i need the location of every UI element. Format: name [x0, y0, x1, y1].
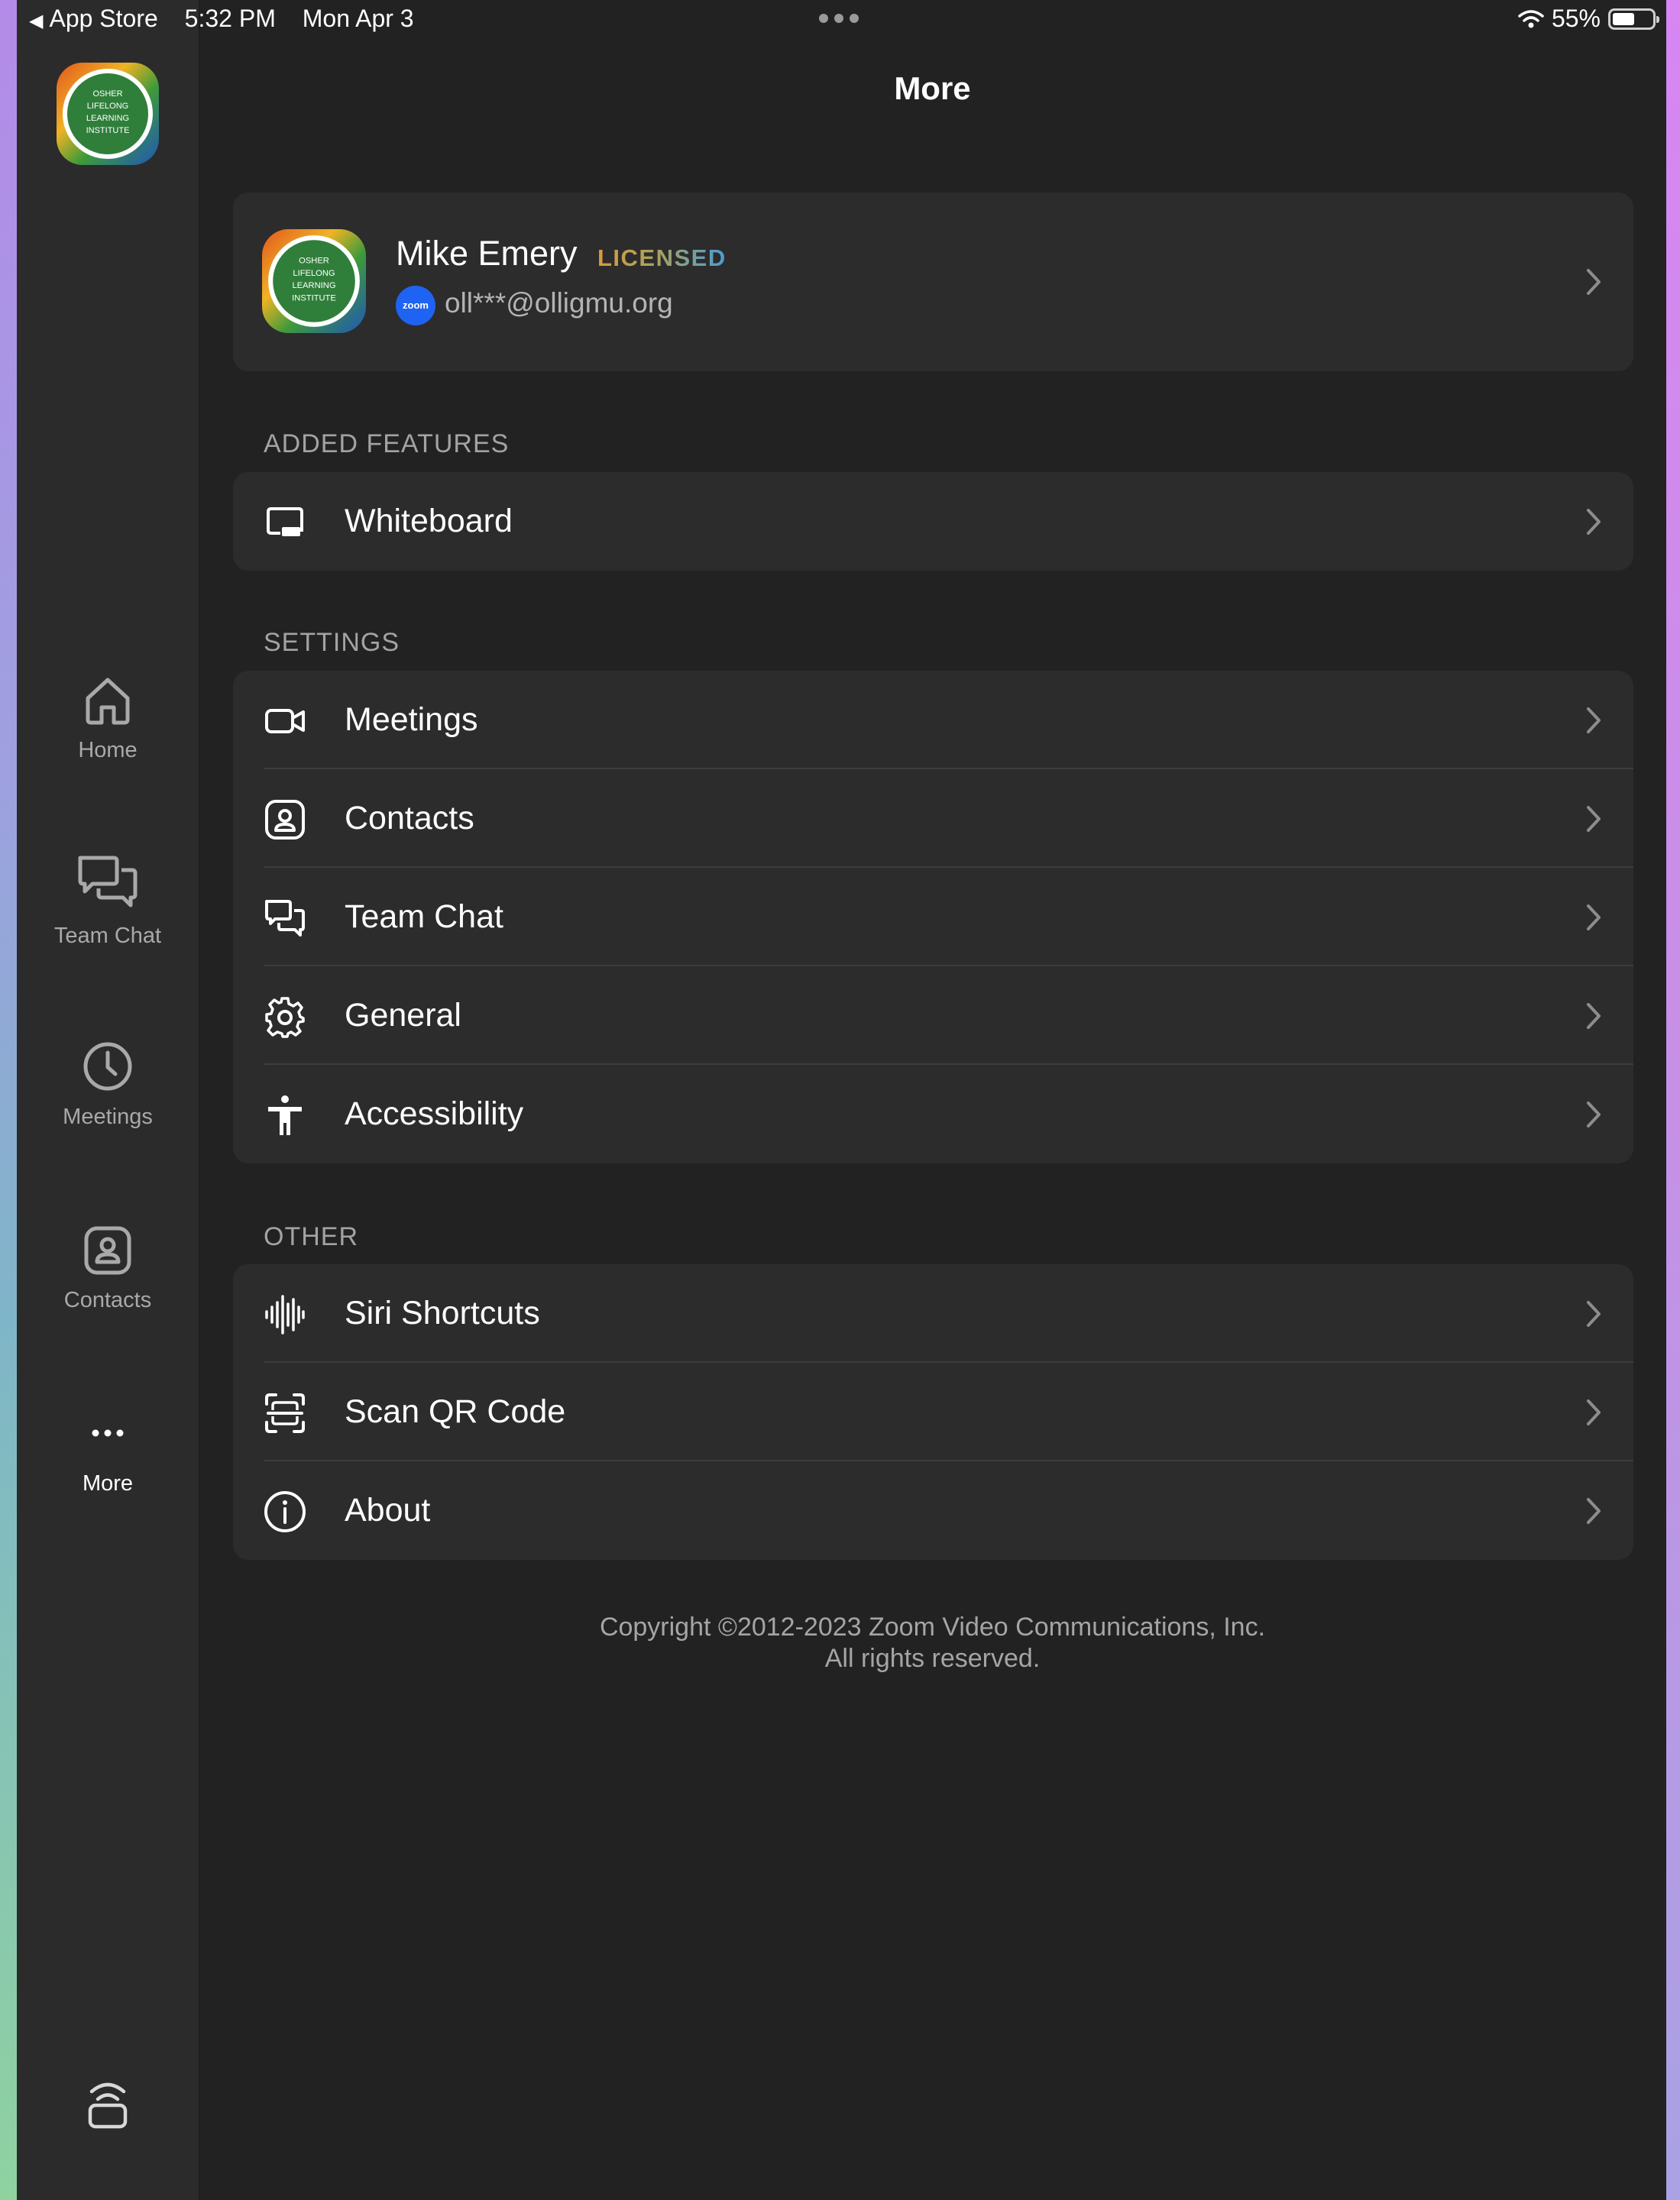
svg-text:LEARNING: LEARNING	[86, 114, 129, 123]
row-general[interactable]: General	[233, 966, 1633, 1065]
info-icon	[264, 1491, 306, 1532]
wifi-icon	[1518, 9, 1544, 28]
svg-text:OSHER: OSHER	[299, 257, 329, 266]
row-contacts[interactable]: Contacts	[233, 769, 1633, 868]
right-edge-gradient	[1666, 0, 1680, 2200]
chevron-right-icon	[1587, 509, 1601, 535]
zoom-logo-icon: zoom	[396, 286, 435, 325]
battery-icon	[1608, 8, 1659, 30]
qr-scan-icon	[265, 1393, 305, 1433]
gear-icon	[265, 997, 305, 1038]
other-card: Siri Shortcuts Scan QR Code About	[233, 1264, 1633, 1560]
nav-meetings[interactable]: Meetings	[17, 1039, 199, 1130]
licensed-badge: LICENSED	[597, 244, 727, 271]
section-header-settings: SETTINGS	[264, 628, 400, 657]
back-to-app-store[interactable]: App Store	[49, 5, 157, 32]
back-arrow-icon[interactable]: ◀	[29, 11, 43, 31]
settings-card: Meetings Contacts Team Chat General Acce…	[233, 671, 1633, 1163]
copyright-notice: Copyright ©2012-2023 Zoom Video Communic…	[199, 1612, 1666, 1674]
chevron-right-icon	[1587, 1399, 1601, 1425]
svg-text:INSTITUTE: INSTITUTE	[292, 293, 336, 302]
copyright-line-2: All rights reserved.	[824, 1644, 1041, 1673]
svg-text:LEARNING: LEARNING	[292, 281, 335, 290]
nav-more-label: More	[82, 1471, 134, 1496]
section-header-other: OTHER	[264, 1222, 358, 1251]
sidebar: OSHER LIFELONG LEARNING INSTITUTE Home T…	[17, 0, 200, 2200]
row-label: About	[345, 1492, 431, 1529]
battery-fill	[1613, 12, 1634, 25]
nav-home-label: Home	[78, 738, 138, 762]
row-label: Meetings	[345, 701, 478, 738]
row-label: General	[345, 997, 461, 1034]
nav-more[interactable]: More	[17, 1406, 199, 1496]
svg-text:OSHER: OSHER	[92, 89, 122, 99]
row-label: Contacts	[345, 800, 474, 836]
home-icon	[86, 678, 130, 725]
more-dots-icon	[92, 1429, 124, 1437]
row-label: Scan QR Code	[345, 1393, 566, 1430]
svg-text:INSTITUTE: INSTITUTE	[86, 126, 130, 135]
status-time: 5:32 PM	[184, 5, 276, 32]
nav-home[interactable]: Home	[17, 672, 199, 763]
profile-email: oll***@olligmu.org	[445, 287, 673, 319]
chevron-right-icon	[1587, 1498, 1601, 1524]
chat-bubbles-icon	[265, 900, 305, 937]
row-meetings[interactable]: Meetings	[233, 671, 1633, 769]
nav-contacts[interactable]: Contacts	[17, 1222, 199, 1313]
svg-text:LIFELONG: LIFELONG	[293, 269, 335, 278]
status-date: Mon Apr 3	[302, 5, 414, 32]
waveform-icon	[265, 1295, 305, 1335]
row-whiteboard[interactable]: Whiteboard	[233, 472, 1633, 571]
section-header-added-features: ADDED FEATURES	[264, 429, 510, 458]
chevron-right-icon	[1587, 806, 1601, 832]
nav-meetings-label: Meetings	[63, 1105, 153, 1129]
clock-icon	[83, 1042, 132, 1091]
row-siri-shortcuts[interactable]: Siri Shortcuts	[233, 1264, 1633, 1363]
row-label: Whiteboard	[345, 503, 513, 539]
left-edge-gradient	[0, 0, 17, 2200]
copyright-line-1: Copyright ©2012-2023 Zoom Video Communic…	[599, 1613, 1266, 1642]
whiteboard-icon	[267, 507, 303, 536]
accessibility-icon	[268, 1095, 302, 1135]
row-label: Accessibility	[345, 1095, 524, 1132]
nav-team-chat[interactable]: Team Chat	[17, 852, 199, 949]
chevron-right-icon	[1587, 269, 1601, 295]
chevron-right-icon	[1587, 707, 1601, 733]
profile-card[interactable]: OSHER LIFELONG LEARNING INSTITUTE Mike E…	[233, 192, 1633, 371]
row-scan-qr-code[interactable]: Scan QR Code	[233, 1363, 1633, 1461]
chevron-right-icon	[1587, 1102, 1601, 1128]
video-camera-icon	[265, 709, 305, 733]
chevron-right-icon	[1587, 1301, 1601, 1327]
contact-card-icon	[84, 1226, 131, 1275]
contact-card-icon	[265, 800, 305, 840]
row-about[interactable]: About	[233, 1461, 1633, 1560]
avatar: OSHER LIFELONG LEARNING INSTITUTE	[262, 229, 366, 333]
battery-percent: 55%	[1551, 5, 1601, 32]
row-accessibility[interactable]: Accessibility	[233, 1065, 1633, 1163]
chat-bubbles-icon	[78, 856, 138, 907]
row-team-chat[interactable]: Team Chat	[233, 868, 1633, 966]
added-features-card: Whiteboard	[233, 472, 1633, 571]
row-label: Team Chat	[345, 898, 503, 935]
chevron-right-icon	[1587, 904, 1601, 930]
status-bar: ◀ App Store 5:32 PM Mon Apr 3 55%	[17, 0, 1666, 40]
row-label: Siri Shortcuts	[345, 1295, 540, 1331]
multitasking-dots-icon[interactable]	[819, 14, 859, 23]
nav-contacts-label: Contacts	[63, 1288, 152, 1312]
ultrasonic-share-icon[interactable]	[81, 2076, 134, 2131]
profile-name: Mike Emery	[396, 234, 578, 273]
page-title: More	[894, 70, 971, 106]
svg-text:LIFELONG: LIFELONG	[87, 102, 128, 111]
nav-team-chat-label: Team Chat	[53, 924, 162, 948]
organization-logo[interactable]: OSHER LIFELONG LEARNING INSTITUTE	[57, 63, 159, 165]
chevron-right-icon	[1587, 1003, 1601, 1029]
